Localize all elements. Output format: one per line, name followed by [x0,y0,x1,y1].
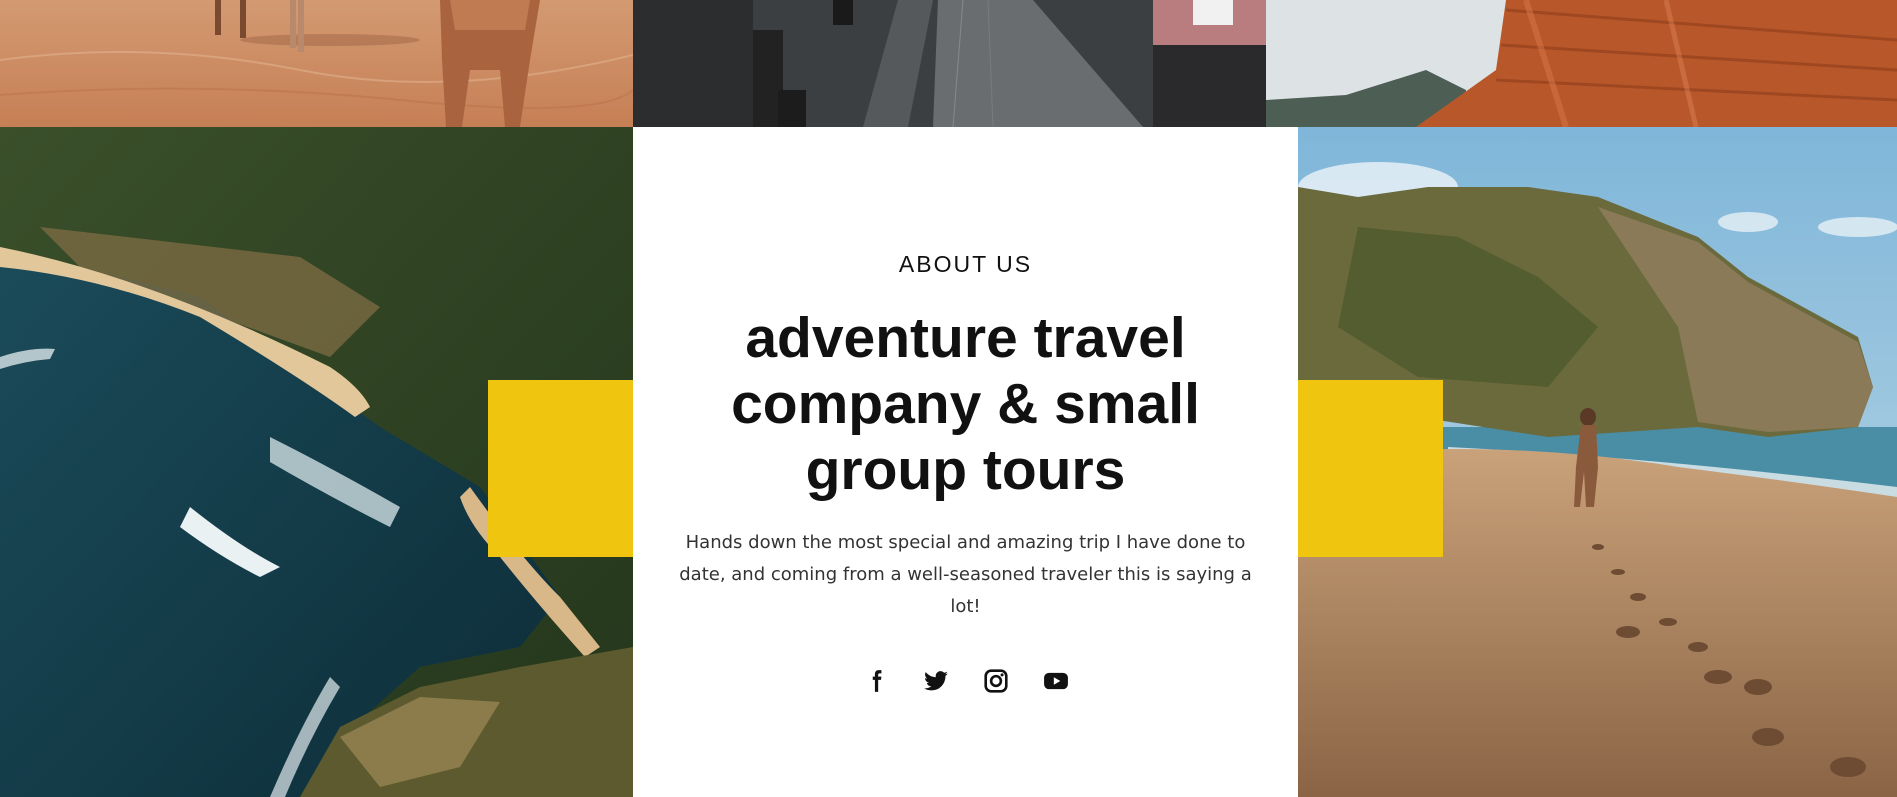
facebook-link[interactable] [861,666,891,696]
headline-line: adventure travel [745,306,1186,370]
instagram-icon [983,669,1008,693]
orange-cliff-photo [1266,0,1897,127]
facebook-icon [872,670,881,692]
twitter-link[interactable] [921,666,951,696]
headline-line: company & small [731,372,1200,436]
about-card: ABOUT US adventure travel company & smal… [633,127,1298,797]
twitter-icon [923,671,948,691]
cobblestone-street-photo [633,0,1266,127]
accent-block-right [1298,380,1443,557]
desert-camels-photo [0,0,633,127]
social-links [633,666,1298,696]
about-headline: adventure travel company & small group t… [673,305,1258,503]
about-description: Hands down the most special and amazing … [679,532,1252,617]
instagram-link[interactable] [981,666,1011,696]
about-section: ABOUT US adventure travel company & smal… [0,0,1897,797]
headline-line: group tours [805,438,1126,502]
youtube-icon [1043,672,1068,690]
section-kicker: ABOUT US [898,251,1033,277]
youtube-link[interactable] [1041,666,1071,696]
accent-block-left [488,380,633,557]
